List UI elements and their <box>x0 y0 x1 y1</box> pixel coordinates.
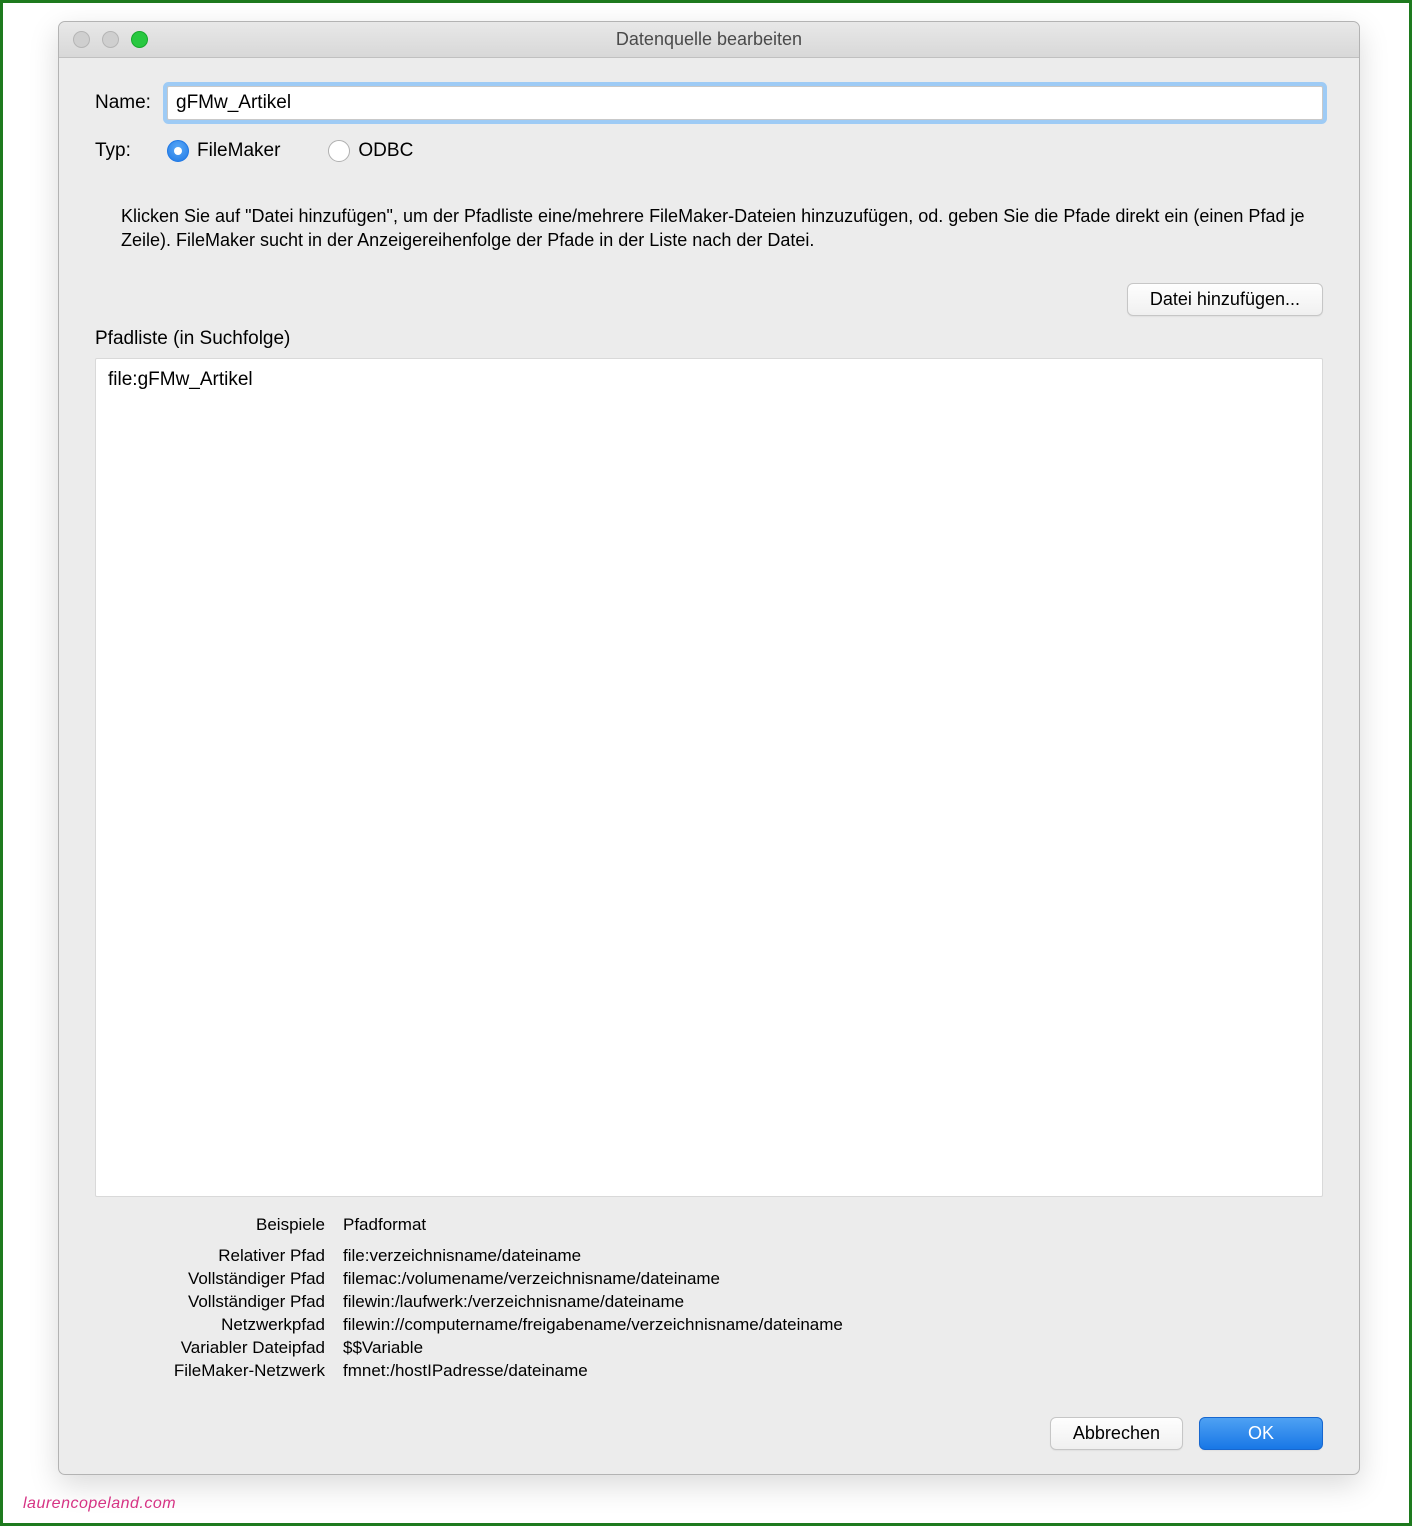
watermark-text: laurencopeland.com <box>23 1495 176 1513</box>
example-value: filewin://computername/freigabename/verz… <box>343 1315 1323 1335</box>
pathlist-content: file:gFMw_Artikel <box>108 369 253 390</box>
content-area: Name: Typ: FileMaker ODBC Klicken Sie au… <box>59 58 1359 1474</box>
radio-dot-icon <box>328 140 350 162</box>
example-value: filemac:/volumename/verzeichnisname/date… <box>343 1269 1323 1289</box>
example-value: $$Variable <box>343 1338 1323 1358</box>
add-file-button[interactable]: Datei hinzufügen... <box>1127 283 1323 316</box>
example-label: Vollständiger Pfad <box>95 1292 325 1312</box>
ok-button[interactable]: OK <box>1199 1417 1323 1450</box>
radio-filemaker[interactable]: FileMaker <box>167 140 280 162</box>
traffic-lights <box>59 31 148 48</box>
window-title: Datenquelle bearbeiten <box>59 29 1359 50</box>
minimize-icon[interactable] <box>102 31 119 48</box>
example-label: Variabler Dateipfad <box>95 1338 325 1358</box>
examples-header-left: Beispiele <box>95 1215 325 1235</box>
help-text: Klicken Sie auf "Datei hinzufügen", um d… <box>121 204 1323 253</box>
examples-header-right: Pfadformat <box>343 1215 1323 1235</box>
radio-odbc-label: ODBC <box>358 140 413 162</box>
example-label: Netzwerkpfad <box>95 1315 325 1335</box>
cancel-button[interactable]: Abbrechen <box>1050 1417 1183 1450</box>
type-label: Typ: <box>95 140 167 162</box>
example-label: FileMaker-Netzwerk <box>95 1361 325 1381</box>
radio-filemaker-label: FileMaker <box>197 140 280 162</box>
radio-dot-icon <box>167 140 189 162</box>
name-label: Name: <box>95 92 167 114</box>
type-row: Typ: FileMaker ODBC <box>95 140 1323 162</box>
name-row: Name: <box>95 86 1323 120</box>
name-input[interactable] <box>167 86 1323 120</box>
pathlist-input[interactable]: file:gFMw_Artikel <box>95 358 1323 1197</box>
close-icon[interactable] <box>73 31 90 48</box>
zoom-icon[interactable] <box>131 31 148 48</box>
footer-buttons: Abbrechen OK <box>95 1417 1323 1450</box>
titlebar[interactable]: Datenquelle bearbeiten <box>59 22 1359 58</box>
example-value: filewin:/laufwerk:/verzeichnisname/datei… <box>343 1292 1323 1312</box>
type-radios: FileMaker ODBC <box>167 140 413 162</box>
example-value: file:verzeichnisname/dateiname <box>343 1246 1323 1266</box>
dialog-window: Datenquelle bearbeiten Name: Typ: FileMa… <box>58 21 1360 1475</box>
pathlist-label: Pfadliste (in Suchfolge) <box>95 328 1323 350</box>
add-file-row: Datei hinzufügen... <box>95 283 1323 316</box>
radio-odbc[interactable]: ODBC <box>328 140 413 162</box>
example-label: Relativer Pfad <box>95 1246 325 1266</box>
examples-grid: Beispiele Pfadformat Relativer Pfad file… <box>95 1215 1323 1381</box>
example-value: fmnet:/hostIPadresse/dateiname <box>343 1361 1323 1381</box>
example-label: Vollständiger Pfad <box>95 1269 325 1289</box>
